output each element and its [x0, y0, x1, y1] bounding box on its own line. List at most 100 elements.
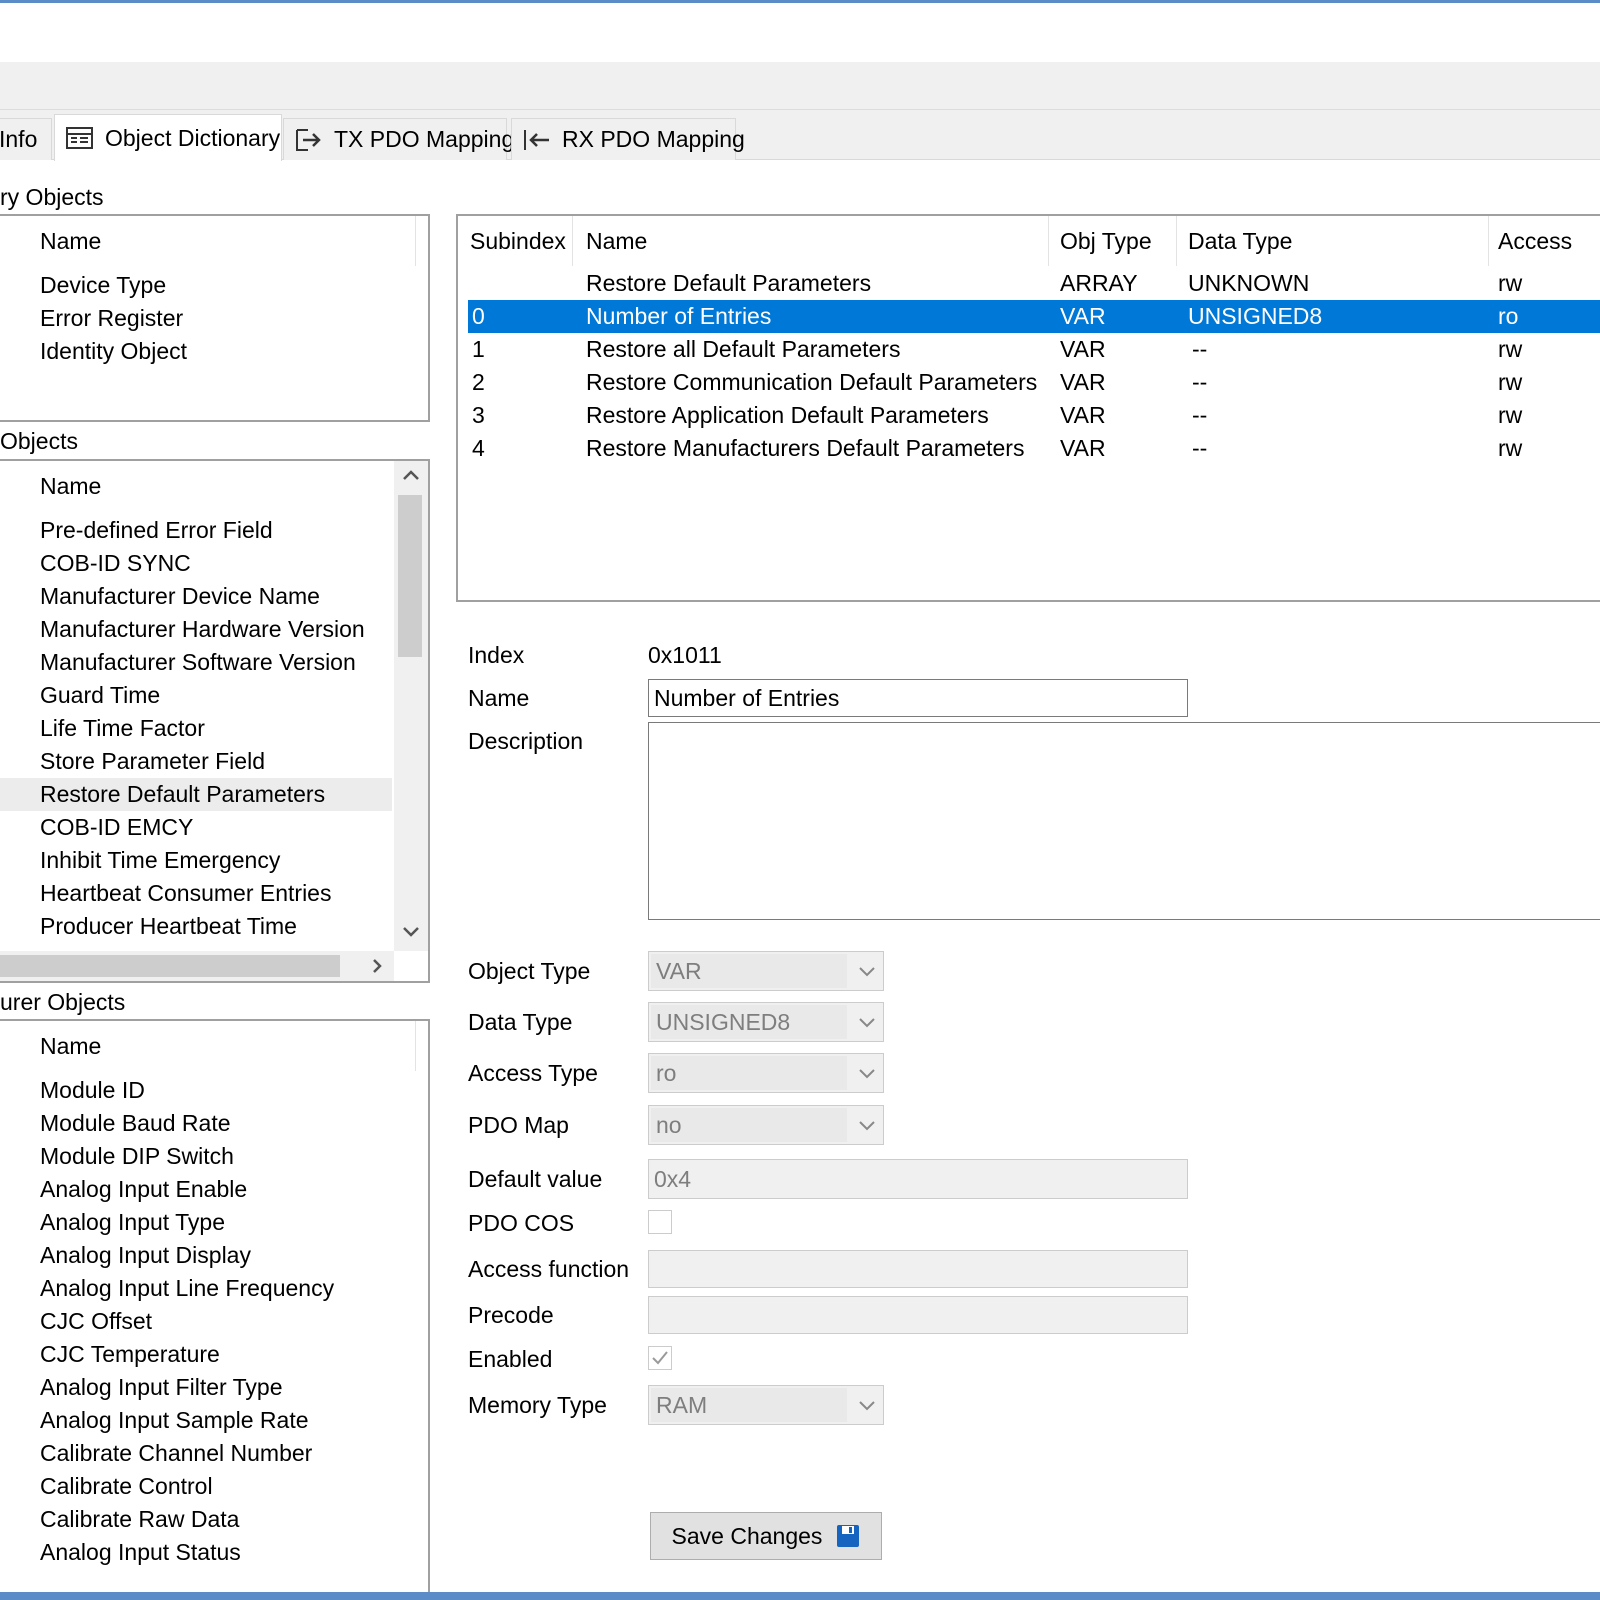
- list-item[interactable]: Analog Input Line Frequency: [0, 1272, 392, 1305]
- list-item[interactable]: Module DIP Switch: [0, 1140, 392, 1173]
- description-field[interactable]: [648, 722, 1600, 920]
- tab-object-dictionary[interactable]: Object Dictionary: [54, 114, 282, 161]
- scroll-down-icon[interactable]: [394, 917, 428, 947]
- mandatory-objects-list[interactable]: Name Device Type Error Register Identity…: [0, 214, 430, 422]
- chevron-down-icon: [859, 967, 875, 977]
- list-item-label: Device Type: [40, 272, 167, 298]
- memory-type-value: RAM: [651, 1388, 847, 1422]
- cell-name: Restore Default Parameters: [586, 270, 872, 296]
- cell-access: ro: [1498, 303, 1519, 329]
- list-item-label: Life Time Factor: [40, 715, 205, 741]
- access-function-field[interactable]: [648, 1250, 1188, 1288]
- list-item-label: Module DIP Switch: [40, 1143, 234, 1169]
- save-changes-button[interactable]: Save Changes: [650, 1512, 882, 1560]
- cell-obj-type: ARRAY: [1060, 270, 1138, 296]
- grid-row[interactable]: 1 Restore all Default Parameters VAR -- …: [468, 333, 1600, 366]
- memory-type-select[interactable]: RAM: [648, 1385, 884, 1425]
- mandatory-name-column-header[interactable]: Name: [0, 216, 416, 266]
- manufacturer-objects-list[interactable]: Name Module ID Module Baud Rate Module D…: [0, 1019, 430, 1593]
- optional-name-column-header[interactable]: Name: [0, 461, 416, 511]
- list-item[interactable]: Module ID: [0, 1074, 392, 1107]
- list-item[interactable]: Calibrate Channel Number: [0, 1437, 392, 1470]
- list-item[interactable]: Analog Input Sample Rate: [0, 1404, 392, 1437]
- pdo-map-select[interactable]: no: [648, 1105, 884, 1145]
- memory-type-label: Memory Type: [468, 1392, 607, 1418]
- column-header-obj-type[interactable]: Obj Type: [1060, 228, 1152, 255]
- scroll-up-icon[interactable]: [394, 461, 428, 491]
- default-value-field[interactable]: 0x4: [648, 1159, 1188, 1199]
- grid-row[interactable]: 2 Restore Communication Default Paramete…: [468, 366, 1600, 399]
- list-item-label: Calibrate Control: [40, 1473, 213, 1499]
- tab-tx-pdo-mapping[interactable]: TX PDO Mapping: [283, 118, 514, 160]
- pdo-map-label: PDO Map: [468, 1112, 569, 1138]
- list-item-label: CJC Offset: [40, 1308, 153, 1334]
- list-item-label: COB-ID SYNC: [40, 550, 191, 576]
- list-item[interactable]: Guard Time: [0, 679, 392, 712]
- access-type-select[interactable]: ro: [648, 1053, 884, 1093]
- column-separator: [1488, 216, 1489, 266]
- grid-row[interactable]: Restore Default Parameters ARRAY UNKNOWN…: [468, 267, 1600, 300]
- object-type-select[interactable]: VAR: [648, 951, 884, 991]
- name-field[interactable]: Number of Entries: [648, 679, 1188, 717]
- list-item[interactable]: Calibrate Control: [0, 1470, 392, 1503]
- grid-row[interactable]: 3 Restore Application Default Parameters…: [468, 399, 1600, 432]
- scroll-thumb[interactable]: [0, 955, 340, 977]
- horizontal-scrollbar[interactable]: [0, 951, 394, 981]
- index-label: Index: [468, 642, 525, 668]
- list-item[interactable]: Analog Input Filter Type: [0, 1371, 392, 1404]
- column-header-data-type[interactable]: Data Type: [1188, 228, 1292, 255]
- column-header-access[interactable]: Access: [1498, 228, 1572, 255]
- list-item[interactable]: CJC Temperature: [0, 1338, 392, 1371]
- data-type-select[interactable]: UNSIGNED8: [648, 1002, 884, 1042]
- grid-row[interactable]: 4 Restore Manufacturers Default Paramete…: [468, 432, 1600, 465]
- enabled-checkbox[interactable]: [648, 1346, 672, 1370]
- list-item-label: Manufacturer Hardware Version: [40, 616, 365, 642]
- list-item[interactable]: Device Type: [0, 269, 392, 302]
- list-item[interactable]: CJC Offset: [0, 1305, 392, 1338]
- scroll-right-icon[interactable]: [362, 951, 392, 981]
- access-type-value: ro: [651, 1056, 847, 1090]
- list-item[interactable]: Producer Heartbeat Time: [0, 910, 392, 943]
- column-header-name[interactable]: Name: [586, 228, 647, 255]
- list-item[interactable]: COB-ID SYNC: [0, 547, 392, 580]
- vertical-scrollbar[interactable]: [394, 461, 428, 951]
- list-item[interactable]: Analog Input Enable: [0, 1173, 392, 1206]
- scroll-thumb[interactable]: [398, 495, 422, 657]
- list-item[interactable]: Error Register: [0, 302, 392, 335]
- list-item[interactable]: Calibrate Raw Data: [0, 1503, 392, 1536]
- list-item[interactable]: Identity Object: [0, 335, 392, 368]
- list-item[interactable]: COB-ID EMCY: [0, 811, 392, 844]
- list-item[interactable]: Heartbeat Consumer Entries: [0, 877, 392, 910]
- list-item[interactable]: Analog Input Status: [0, 1536, 392, 1569]
- list-item[interactable]: Module Baud Rate: [0, 1107, 392, 1140]
- column-header-subindex[interactable]: Subindex: [470, 228, 566, 255]
- cell-subindex: 4: [472, 435, 485, 461]
- list-item[interactable]: Analog Input Display: [0, 1239, 392, 1272]
- grid-row-selected[interactable]: 0 Number of Entries VAR UNSIGNED8 ro: [468, 300, 1600, 333]
- list-item[interactable]: Analog Input Type: [0, 1206, 392, 1239]
- pdo-map-value: no: [651, 1108, 847, 1142]
- list-item[interactable]: Manufacturer Device Name: [0, 580, 392, 613]
- mandatory-objects-label: ry Objects: [0, 184, 104, 210]
- list-item[interactable]: Inhibit Time Emergency: [0, 844, 392, 877]
- list-item-label: Guard Time: [40, 682, 161, 708]
- list-item-label: Calibrate Channel Number: [40, 1440, 313, 1466]
- cell-obj-type: VAR: [1060, 369, 1106, 395]
- column-header-label: Name: [40, 228, 102, 254]
- list-item[interactable]: Pre-defined Error Field: [0, 514, 392, 547]
- list-item-selected[interactable]: Restore Default Parameters: [0, 778, 392, 811]
- tx-arrow-icon: [296, 128, 321, 151]
- cell-data-type: UNKNOWN: [1188, 270, 1310, 296]
- tab-rx-pdo-mapping[interactable]: RX PDO Mapping: [511, 118, 745, 160]
- pdo-cos-checkbox[interactable]: [648, 1210, 672, 1234]
- tab-info[interactable]: Info: [0, 118, 52, 160]
- window-top-border: [0, 0, 1600, 3]
- list-item[interactable]: Manufacturer Software Version: [0, 646, 392, 679]
- optional-objects-list[interactable]: Name Pre-defined Error Field COB-ID SYNC…: [0, 459, 430, 983]
- list-item[interactable]: Life Time Factor: [0, 712, 392, 745]
- subindex-grid[interactable]: Subindex Name Obj Type Data Type Access …: [456, 214, 1600, 602]
- list-item[interactable]: Manufacturer Hardware Version: [0, 613, 392, 646]
- list-item[interactable]: Store Parameter Field: [0, 745, 392, 778]
- precode-field[interactable]: [648, 1296, 1188, 1334]
- manufacturer-name-column-header[interactable]: Name: [0, 1021, 416, 1071]
